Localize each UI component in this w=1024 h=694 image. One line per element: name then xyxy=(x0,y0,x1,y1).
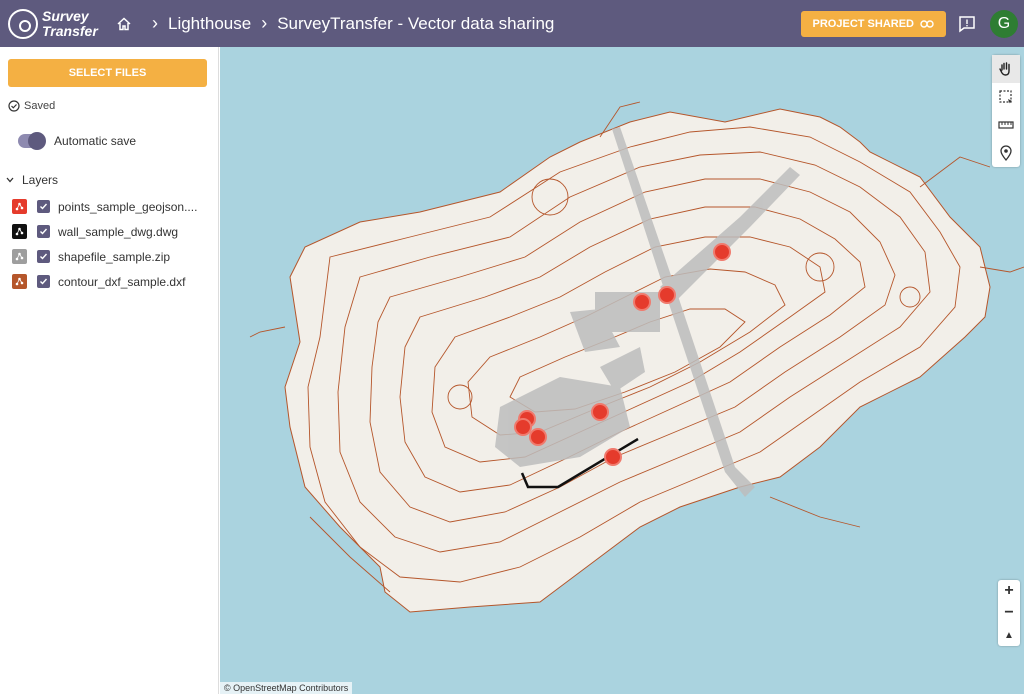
auto-save-toggle[interactable] xyxy=(18,132,46,150)
sidebar: SELECT FILES Saved Automatic save Layers… xyxy=(0,47,219,694)
layer-name: contour_dxf_sample.dxf xyxy=(58,274,186,289)
layer-name: shapefile_sample.zip xyxy=(58,249,171,264)
hand-icon xyxy=(999,62,1010,76)
layers-label: Layers xyxy=(22,173,59,187)
map-pin-icon xyxy=(1000,145,1012,161)
map-canvas[interactable] xyxy=(220,47,1024,694)
save-status: Saved xyxy=(8,100,55,112)
layer-type-icon[interactable] xyxy=(12,199,27,214)
project-shared-button[interactable]: PROJECT SHARED xyxy=(800,10,946,37)
marker-tool-button[interactable] xyxy=(992,139,1020,167)
chevron-right-icon: › xyxy=(152,13,158,33)
app-logo[interactable]: Survey Transfer xyxy=(0,7,112,39)
project-shared-label: PROJECT SHARED xyxy=(812,17,914,30)
logo-line-1: Survey xyxy=(42,7,89,24)
layer-item[interactable]: contour_dxf_sample.dxf xyxy=(12,269,197,294)
logo-line-2: Transfer xyxy=(42,22,98,39)
feedback-icon[interactable] xyxy=(958,15,976,33)
layer-visibility-checkbox[interactable] xyxy=(37,225,50,238)
layers-header[interactable]: Layers xyxy=(6,173,58,187)
link-icon xyxy=(920,19,934,28)
zoom-out-button[interactable]: − xyxy=(998,602,1020,624)
layer-name: wall_sample_dwg.dwg xyxy=(58,224,179,239)
zoom-in-button[interactable]: + xyxy=(998,580,1020,602)
chevron-right-icon: › xyxy=(261,13,268,33)
saved-label: Saved xyxy=(24,100,56,112)
layer-type-icon[interactable] xyxy=(12,274,27,289)
map-view[interactable]: + − ▲ © OpenStreetMap Contributors xyxy=(220,47,1024,694)
layer-name: points_sample_geojson.... xyxy=(58,199,198,214)
layer-item[interactable]: shapefile_sample.zip xyxy=(12,244,197,269)
avatar[interactable]: G xyxy=(990,9,1018,38)
layer-list: points_sample_geojson.... wall_sample_dwg… xyxy=(12,194,197,294)
layer-visibility-checkbox[interactable] xyxy=(37,250,50,263)
breadcrumb-project[interactable]: Lighthouse xyxy=(168,14,251,34)
zoom-controls: + − ▲ xyxy=(998,580,1020,646)
compass-button[interactable]: ▲ xyxy=(998,624,1020,646)
measure-tool-button[interactable] xyxy=(992,111,1020,139)
select-box-icon xyxy=(999,90,1012,104)
breadcrumb: › Lighthouse › SurveyTransfer - Vector d… xyxy=(116,13,554,34)
logo-icon xyxy=(8,8,38,39)
auto-save-row: Automatic save xyxy=(18,132,137,150)
layer-item[interactable]: points_sample_geojson.... xyxy=(12,194,197,219)
pan-tool-button[interactable] xyxy=(992,55,1020,83)
chevron-down-icon xyxy=(6,177,14,183)
check-circle-icon xyxy=(8,100,20,112)
auto-save-label: Automatic save xyxy=(54,134,137,148)
layer-visibility-checkbox[interactable] xyxy=(37,200,50,213)
layer-type-icon[interactable] xyxy=(12,249,27,264)
breadcrumb-current: SurveyTransfer - Vector data sharing xyxy=(277,13,555,33)
home-icon[interactable] xyxy=(116,16,132,32)
top-bar: Survey Transfer › Lighthouse › SurveyTra… xyxy=(0,0,1024,47)
layer-visibility-checkbox[interactable] xyxy=(37,275,50,288)
layer-item[interactable]: wall_sample_dwg.dwg xyxy=(12,219,197,244)
select-area-tool-button[interactable] xyxy=(992,83,1020,111)
map-attribution: © OpenStreetMap Contributors xyxy=(220,682,353,694)
layer-type-icon[interactable] xyxy=(12,224,27,239)
map-tool-group xyxy=(992,55,1020,167)
ruler-icon xyxy=(998,121,1014,129)
select-files-button[interactable]: SELECT FILES xyxy=(8,59,207,87)
